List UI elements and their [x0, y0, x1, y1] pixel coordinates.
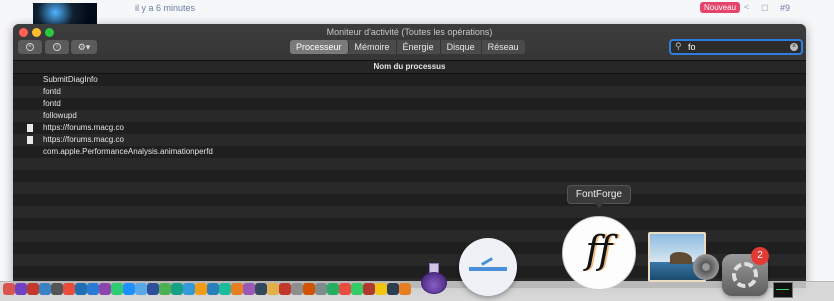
table-row[interactable]: fontd	[13, 98, 806, 110]
table-row[interactable]: com.apple.PerformanceAnalysis.animationp…	[13, 146, 806, 158]
table-row[interactable]	[13, 194, 806, 206]
dock-app-icon[interactable]	[351, 283, 363, 295]
document-icon	[27, 124, 33, 132]
table-row[interactable]: followupd	[13, 110, 806, 122]
dock-app-icon[interactable]	[207, 283, 219, 295]
dock-app-icon[interactable]	[39, 283, 51, 295]
notification-badge: 2	[751, 247, 769, 265]
gear-icon	[732, 262, 758, 288]
dock-app-icon[interactable]	[135, 283, 147, 295]
table-row[interactable]: https://forums.macg.co	[13, 134, 806, 146]
gear-icon: ⚙▾	[77, 41, 91, 52]
instruments-app-icon[interactable]	[419, 263, 447, 294]
table-row[interactable]	[13, 170, 806, 182]
dock-app-icon[interactable]	[183, 283, 195, 295]
process-name: https://forums.macg.co	[43, 135, 124, 144]
dock-app-icon[interactable]	[3, 283, 15, 295]
tab-energie[interactable]: Énergie	[397, 40, 441, 54]
tab-disque[interactable]: Disque	[441, 40, 482, 54]
dock-app-icon[interactable]	[387, 283, 399, 295]
dock-tooltip: FontForge	[567, 185, 631, 208]
dock-app-icon[interactable]	[279, 283, 291, 295]
search-icon: ⚲	[675, 41, 682, 51]
dock-app-icon[interactable]	[51, 283, 63, 295]
tab-reseau[interactable]: Réseau	[482, 40, 525, 54]
process-name: com.apple.PerformanceAnalysis.animationp…	[43, 147, 213, 156]
dock-app-icon[interactable]	[171, 283, 183, 295]
new-badge: Nouveau	[700, 2, 741, 13]
dock-app-icon[interactable]	[339, 283, 351, 295]
dock-app-icon[interactable]	[267, 283, 279, 295]
search-field[interactable]: ⚲ fo ×	[669, 39, 803, 55]
clear-search-icon[interactable]: ×	[790, 43, 798, 51]
bookmark-icon[interactable]: ◻	[761, 2, 768, 13]
stop-icon: ×	[26, 43, 34, 51]
dock-app-icon[interactable]	[27, 283, 39, 295]
inspect-process-button[interactable]: i	[45, 40, 69, 54]
dock-app-icon[interactable]	[327, 283, 339, 295]
share-icon[interactable]: <	[744, 2, 749, 12]
disk-utility-icon[interactable]	[693, 254, 719, 280]
process-name: followupd	[43, 111, 77, 120]
process-name: SubmitDiagInfo	[43, 75, 98, 84]
dock-app-icon[interactable]	[219, 283, 231, 295]
post-number[interactable]: #9	[780, 3, 790, 13]
dock-app-icon[interactable]	[375, 283, 387, 295]
dock-app-icon[interactable]	[399, 283, 411, 295]
tab-memoire[interactable]: Mémoire	[349, 40, 397, 54]
dock-app-icon[interactable]	[291, 283, 303, 295]
dock-app-icon[interactable]	[99, 283, 111, 295]
dock-app-icon[interactable]	[63, 283, 75, 295]
fontforge-app-icon[interactable]: ff ff	[562, 216, 636, 290]
dock-app-icon[interactable]	[255, 283, 267, 295]
table-row[interactable]	[13, 218, 806, 230]
post-timestamp: il y a 6 minutes	[135, 3, 196, 13]
dock-app-icon[interactable]	[159, 283, 171, 295]
tab-processeur[interactable]: Processeur	[290, 40, 349, 54]
window-title: Moniteur d'activité (Toutes les opératio…	[326, 27, 493, 37]
dock-app-icon[interactable]	[111, 283, 123, 295]
table-row[interactable]: SubmitDiagInfo	[13, 74, 806, 86]
dock-app-icon[interactable]	[231, 283, 243, 295]
dock-app-icon[interactable]	[123, 283, 135, 295]
dock-app-icon[interactable]	[15, 283, 27, 295]
table-row[interactable]: fontd	[13, 86, 806, 98]
info-icon: i	[53, 43, 61, 51]
preview-app-icon[interactable]	[459, 238, 517, 296]
activity-monitor-dock-icon[interactable]	[773, 282, 793, 298]
search-input[interactable]: fo	[688, 42, 696, 52]
column-header-process-name[interactable]: Nom du processus	[13, 61, 806, 74]
table-row[interactable]: https://forums.macg.co	[13, 122, 806, 134]
table-row[interactable]	[13, 182, 806, 194]
table-row[interactable]	[13, 158, 806, 170]
dock-app-icon[interactable]	[315, 283, 327, 295]
document-icon	[27, 136, 33, 144]
dock-app-icon[interactable]	[303, 283, 315, 295]
process-name: fontd	[43, 99, 61, 108]
dock-app-icon[interactable]	[363, 283, 375, 295]
dock-app-icon[interactable]	[75, 283, 87, 295]
window-titlebar: Moniteur d'activité (Toutes les opératio…	[13, 24, 806, 61]
dock-app-icon[interactable]	[243, 283, 255, 295]
process-name: https://forums.macg.co	[43, 123, 124, 132]
dock-app-icon[interactable]	[87, 283, 99, 295]
dock-app-icon[interactable]	[147, 283, 159, 295]
process-name: fontd	[43, 87, 61, 96]
stop-process-button[interactable]: ×	[18, 40, 42, 54]
table-row[interactable]	[13, 206, 806, 218]
dock-app-icon[interactable]	[195, 283, 207, 295]
tab-bar: Processeur Mémoire Énergie Disque Réseau	[290, 40, 525, 54]
action-menu-button[interactable]: ⚙▾	[71, 40, 97, 54]
